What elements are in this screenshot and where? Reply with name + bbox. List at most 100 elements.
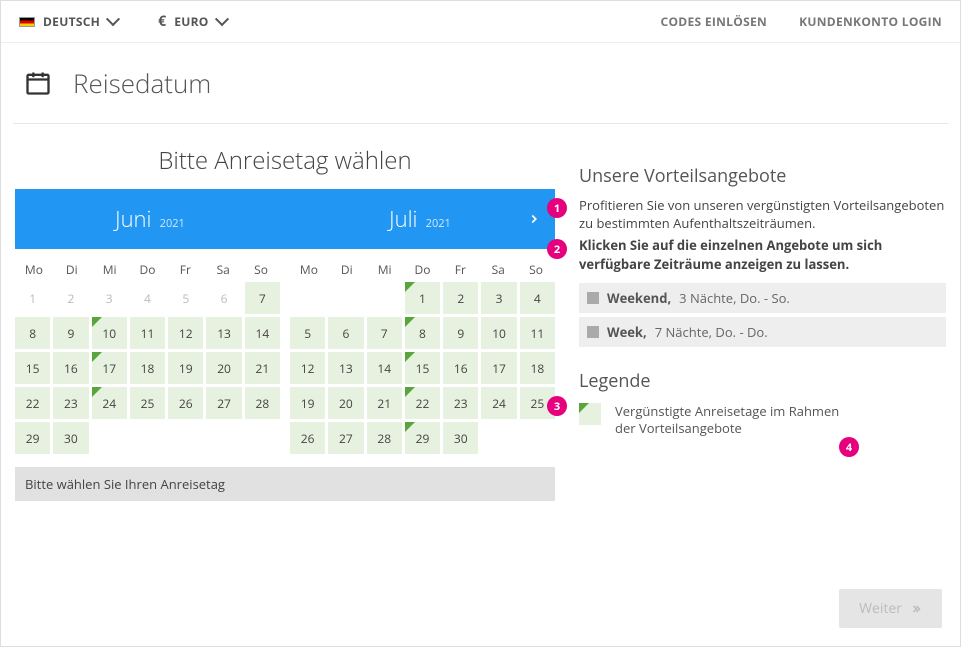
divider <box>13 123 948 124</box>
calendar-day[interactable]: 11 <box>520 317 555 349</box>
offer-marker-icon <box>92 317 102 327</box>
calendar-day[interactable]: 26 <box>290 422 325 454</box>
calendar-day[interactable]: 14 <box>245 317 280 349</box>
calendar-day[interactable]: 17 <box>481 352 516 384</box>
calendar-day[interactable]: 12 <box>290 352 325 384</box>
calendar-day[interactable]: 17 <box>92 352 127 384</box>
calendar-day[interactable]: 14 <box>367 352 402 384</box>
offer-marker-icon <box>405 282 415 292</box>
calendar-day: 4 <box>130 282 165 314</box>
calendar-day[interactable]: 28 <box>367 422 402 454</box>
calendar-day[interactable]: 12 <box>168 317 203 349</box>
calendar-icon <box>23 69 53 97</box>
calendar-day[interactable]: 6 <box>328 317 363 349</box>
calendar-day[interactable]: 8 <box>15 317 50 349</box>
calendar-day[interactable]: 30 <box>443 422 478 454</box>
calendar-day[interactable]: 9 <box>53 317 88 349</box>
calendar-months-header: Juni 2021 Juli 2021 <box>15 189 555 249</box>
offer-item[interactable]: Week, 7 Nächte, Do. - Do. <box>579 317 946 347</box>
month-year-1: 2021 <box>426 216 451 231</box>
calendar-next-button[interactable] <box>523 208 545 230</box>
calendar-day[interactable]: 16 <box>53 352 88 384</box>
month-name-1: Juli <box>389 204 417 234</box>
calendar-day[interactable]: 20 <box>206 352 241 384</box>
calendar-day[interactable]: 29 <box>15 422 50 454</box>
calendar-day[interactable]: 13 <box>328 352 363 384</box>
calendar-day[interactable]: 20 <box>328 387 363 419</box>
offer-desc: 7 Nächte, Do. - Do. <box>655 323 768 341</box>
offers-hint: Klicken Sie auf die einzelnen Angebote u… <box>579 236 946 272</box>
calendar-day[interactable]: 28 <box>245 387 280 419</box>
calendar-day[interactable]: 7 <box>367 317 402 349</box>
flag-de-icon <box>19 17 35 27</box>
calendar-day[interactable]: 26 <box>168 387 203 419</box>
calendar-day[interactable]: 29 <box>405 422 440 454</box>
dow-label: Mo <box>15 261 53 278</box>
calendar-day[interactable]: 24 <box>481 387 516 419</box>
calendar-day[interactable]: 9 <box>443 317 478 349</box>
offer-marker-icon <box>405 317 415 327</box>
dow-label: Fr <box>441 261 479 278</box>
calendar-day[interactable]: 22 <box>405 387 440 419</box>
calendar-day: 3 <box>92 282 127 314</box>
annotation-badge: 4 <box>839 437 859 457</box>
calendar-day[interactable]: 23 <box>53 387 88 419</box>
legend-swatch-offer <box>579 403 601 425</box>
redeem-codes-link[interactable]: CODES EINLÖSEN <box>661 13 768 30</box>
legend-text: Vergünstigte Anreisetage im Rahmen der V… <box>615 403 855 437</box>
calendar-day: 2 <box>53 282 88 314</box>
calendar-day[interactable]: 10 <box>92 317 127 349</box>
section-title: Reisedatum <box>73 65 211 101</box>
month-year-0: 2021 <box>160 216 185 231</box>
chevron-down-icon <box>217 17 227 27</box>
month-name-0: Juni <box>115 204 151 234</box>
calendar-day[interactable]: 8 <box>405 317 440 349</box>
calendar-day[interactable]: 19 <box>290 387 325 419</box>
calendar-day[interactable]: 11 <box>130 317 165 349</box>
account-login-link[interactable]: KUNDENKONTO LOGIN <box>799 13 942 30</box>
calendar-day[interactable]: 30 <box>53 422 88 454</box>
calendar-day[interactable]: 19 <box>168 352 203 384</box>
continue-button[interactable]: Weiter <box>839 589 942 628</box>
dow-label: Mi <box>366 261 404 278</box>
calendar-day[interactable]: 27 <box>206 387 241 419</box>
offer-item[interactable]: Weekend, 3 Nächte, Do. - So. <box>579 283 946 313</box>
language-label: DEUTSCH <box>43 13 100 30</box>
choose-arrival-title: Bitte Anreisetag wählen <box>15 144 555 177</box>
calendar-day[interactable]: 21 <box>367 387 402 419</box>
calendar-day[interactable]: 15 <box>15 352 50 384</box>
annotation-badge: 1 <box>547 198 567 218</box>
currency-selector[interactable]: € EURO <box>158 12 226 31</box>
dow-label: Sa <box>204 261 242 278</box>
calendar-day[interactable]: 24 <box>92 387 127 419</box>
calendar-day[interactable]: 10 <box>481 317 516 349</box>
calendar-day[interactable]: 16 <box>443 352 478 384</box>
calendar-day[interactable]: 21 <box>245 352 280 384</box>
offer-name: Week, <box>607 323 647 341</box>
currency-label: EURO <box>174 13 208 30</box>
dow-label: Di <box>53 261 91 278</box>
calendar-day[interactable]: 25 <box>130 387 165 419</box>
calendar-day[interactable]: 13 <box>206 317 241 349</box>
calendar-day[interactable]: 27 <box>328 422 363 454</box>
dow-label: Do <box>404 261 442 278</box>
dow-label: Mo <box>290 261 328 278</box>
calendar-day[interactable]: 18 <box>520 352 555 384</box>
calendar-day[interactable]: 1 <box>405 282 440 314</box>
calendar-day[interactable]: 5 <box>290 317 325 349</box>
calendar-day[interactable]: 2 <box>443 282 478 314</box>
calendar-day[interactable]: 4 <box>520 282 555 314</box>
calendar-day[interactable]: 15 <box>405 352 440 384</box>
calendar-day[interactable]: 7 <box>245 282 280 314</box>
chevron-down-icon <box>108 17 118 27</box>
offers-intro: Profitieren Sie von unseren vergünstigte… <box>579 196 946 232</box>
calendar-day[interactable]: 3 <box>481 282 516 314</box>
language-selector[interactable]: DEUTSCH <box>19 13 118 30</box>
legend-title: Legende <box>579 369 946 393</box>
calendar-day[interactable]: 22 <box>15 387 50 419</box>
calendar-day[interactable]: 18 <box>130 352 165 384</box>
annotation-badge: 3 <box>547 396 567 416</box>
calendar-day[interactable]: 23 <box>443 387 478 419</box>
offers-title: Unsere Vorteilsangebote <box>579 164 946 188</box>
continue-button-label: Weiter <box>859 599 902 618</box>
